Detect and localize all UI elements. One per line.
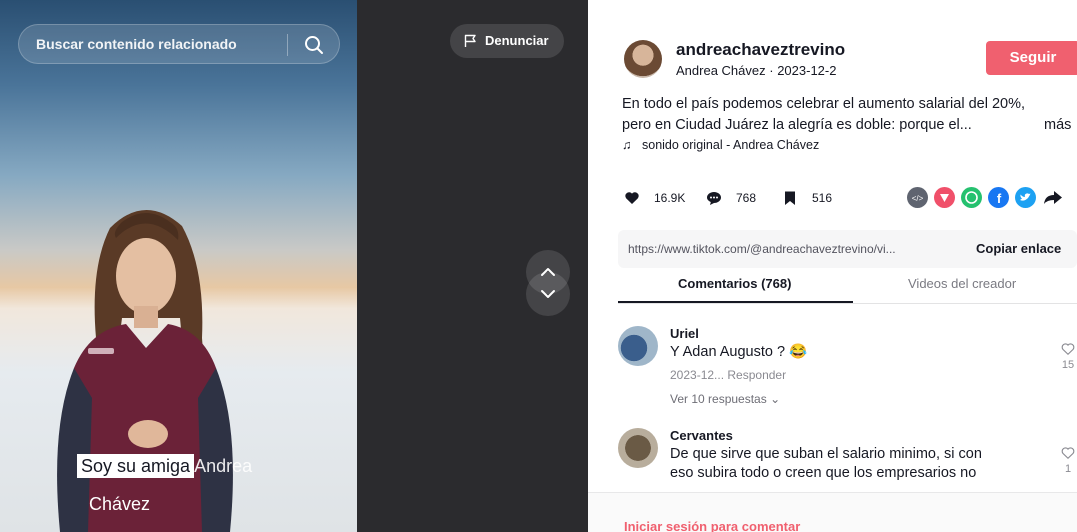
follow-button[interactable]: Seguir: [986, 41, 1077, 75]
search-input[interactable]: Buscar contenido relacionado: [18, 24, 340, 64]
search-divider: [287, 34, 288, 56]
bookmark-icon: [785, 191, 795, 205]
heart-outline-icon: [1061, 343, 1075, 356]
search-icon[interactable]: [302, 33, 326, 57]
info-panel: andreachaveztrevino Andrea Chávez · 2023…: [588, 0, 1077, 532]
save-count: 516: [812, 191, 833, 205]
comment-item: Uriel Y Adan Augusto ? 😂 2023-12... Resp…: [618, 326, 1077, 416]
svg-text:</>: </>: [912, 194, 924, 203]
author-display-name: Andrea Chávez: [676, 63, 766, 78]
comment-avatar[interactable]: [618, 326, 658, 366]
avatar[interactable]: [624, 40, 662, 78]
author-username[interactable]: andreachaveztrevino: [676, 40, 845, 60]
comment-date: 2023-12...: [670, 368, 725, 382]
post-date: 2023-12-2: [777, 63, 837, 78]
comment-like-count: 15: [1061, 359, 1075, 371]
author-subline: Andrea Chávez · 2023-12-2: [676, 63, 836, 78]
video-caption-line2: Chávez: [89, 494, 151, 514]
description-line2: pero en Ciudad Juárez la alegría es dobl…: [622, 117, 972, 133]
comment-text-line1: De que sirve que suban el salario minimo…: [670, 446, 982, 462]
chevron-down-icon: [541, 290, 555, 298]
comment-like-count: 1: [1064, 463, 1072, 475]
svg-text:f: f: [997, 191, 1002, 206]
comment-text: Y Adan Augusto ? 😂: [670, 344, 808, 360]
link-row: https://www.tiktok.com/@andreachaveztrev…: [618, 230, 1077, 268]
post-description: En todo el país podemos celebrar el aume…: [622, 94, 1077, 136]
comment-like-button[interactable]: 1: [1056, 446, 1077, 475]
facebook-icon[interactable]: f: [988, 187, 1009, 208]
next-video-button[interactable]: [526, 272, 570, 316]
comment-meta: 2023-12... Responder: [670, 368, 786, 382]
comment-icon: [707, 192, 721, 205]
view-replies-button[interactable]: Ver 10 respuestas ⌄: [670, 392, 780, 406]
video-url: https://www.tiktok.com/@andreachaveztrev…: [628, 242, 896, 256]
tab-comments[interactable]: Comentarios (768): [678, 276, 791, 291]
like-count: 16.9K: [654, 191, 686, 205]
video-person-illustration: [57, 209, 233, 532]
embed-icon[interactable]: </>: [907, 187, 928, 208]
share-arrow-icon[interactable]: [1042, 187, 1063, 208]
whatsapp-icon[interactable]: [961, 187, 982, 208]
description-line1: En todo el país podemos celebrar el aume…: [622, 96, 1026, 112]
report-button[interactable]: Denunciar: [450, 24, 564, 58]
caption-highlight: Soy su amiga: [77, 454, 195, 478]
comment-author[interactable]: Cervantes: [670, 428, 733, 443]
music-note-icon: ♫: [622, 138, 632, 152]
flag-icon: [464, 34, 476, 47]
comment-avatar[interactable]: [618, 428, 658, 468]
sound-label: sonido original - Andrea Chávez: [642, 138, 820, 152]
report-label: Denunciar: [485, 33, 549, 48]
subline-separator: ·: [769, 63, 778, 78]
tab-creator-videos[interactable]: Videos del creador: [908, 276, 1016, 291]
more-link[interactable]: más: [1044, 115, 1071, 136]
tab-bar: Comentarios (768) Videos del creador: [618, 270, 1077, 304]
reply-button[interactable]: Responder: [727, 368, 786, 382]
view-replies-label: Ver 10 respuestas: [670, 392, 767, 406]
copy-link-button[interactable]: Copiar enlace: [976, 241, 1061, 256]
send-icon[interactable]: [934, 187, 955, 208]
login-to-comment-link[interactable]: Iniciar sesión para comentar: [624, 519, 800, 532]
comment-login-bar: Iniciar sesión para comentar: [588, 492, 1077, 532]
heart-outline-icon: [1061, 447, 1075, 460]
comment-author[interactable]: Uriel: [670, 326, 699, 341]
comment-count: 768: [736, 191, 757, 205]
active-tab-indicator: [618, 301, 853, 303]
sound-link[interactable]: ♫ sonido original - Andrea Chávez: [622, 138, 819, 152]
video-pane: Buscar contenido relacionado Denunciar S…: [0, 0, 588, 532]
comment-text-line2: eso subira todo o creen que los empresar…: [670, 465, 977, 481]
comment-like-button[interactable]: 15: [1056, 342, 1077, 371]
comment-item: Cervantes De que sirve que suban el sala…: [618, 428, 1077, 492]
caption-rest: Andrea: [194, 456, 253, 476]
video-caption-line1: Soy su amiga Andrea: [77, 454, 253, 478]
comment-text: De que sirve que suban el salario minimo…: [670, 445, 982, 483]
video-player[interactable]: [0, 0, 357, 532]
twitter-icon[interactable]: [1015, 187, 1036, 208]
search-placeholder: Buscar contenido relacionado: [36, 36, 237, 52]
chevron-down-icon: ⌄: [770, 392, 781, 406]
heart-icon: [625, 192, 639, 204]
